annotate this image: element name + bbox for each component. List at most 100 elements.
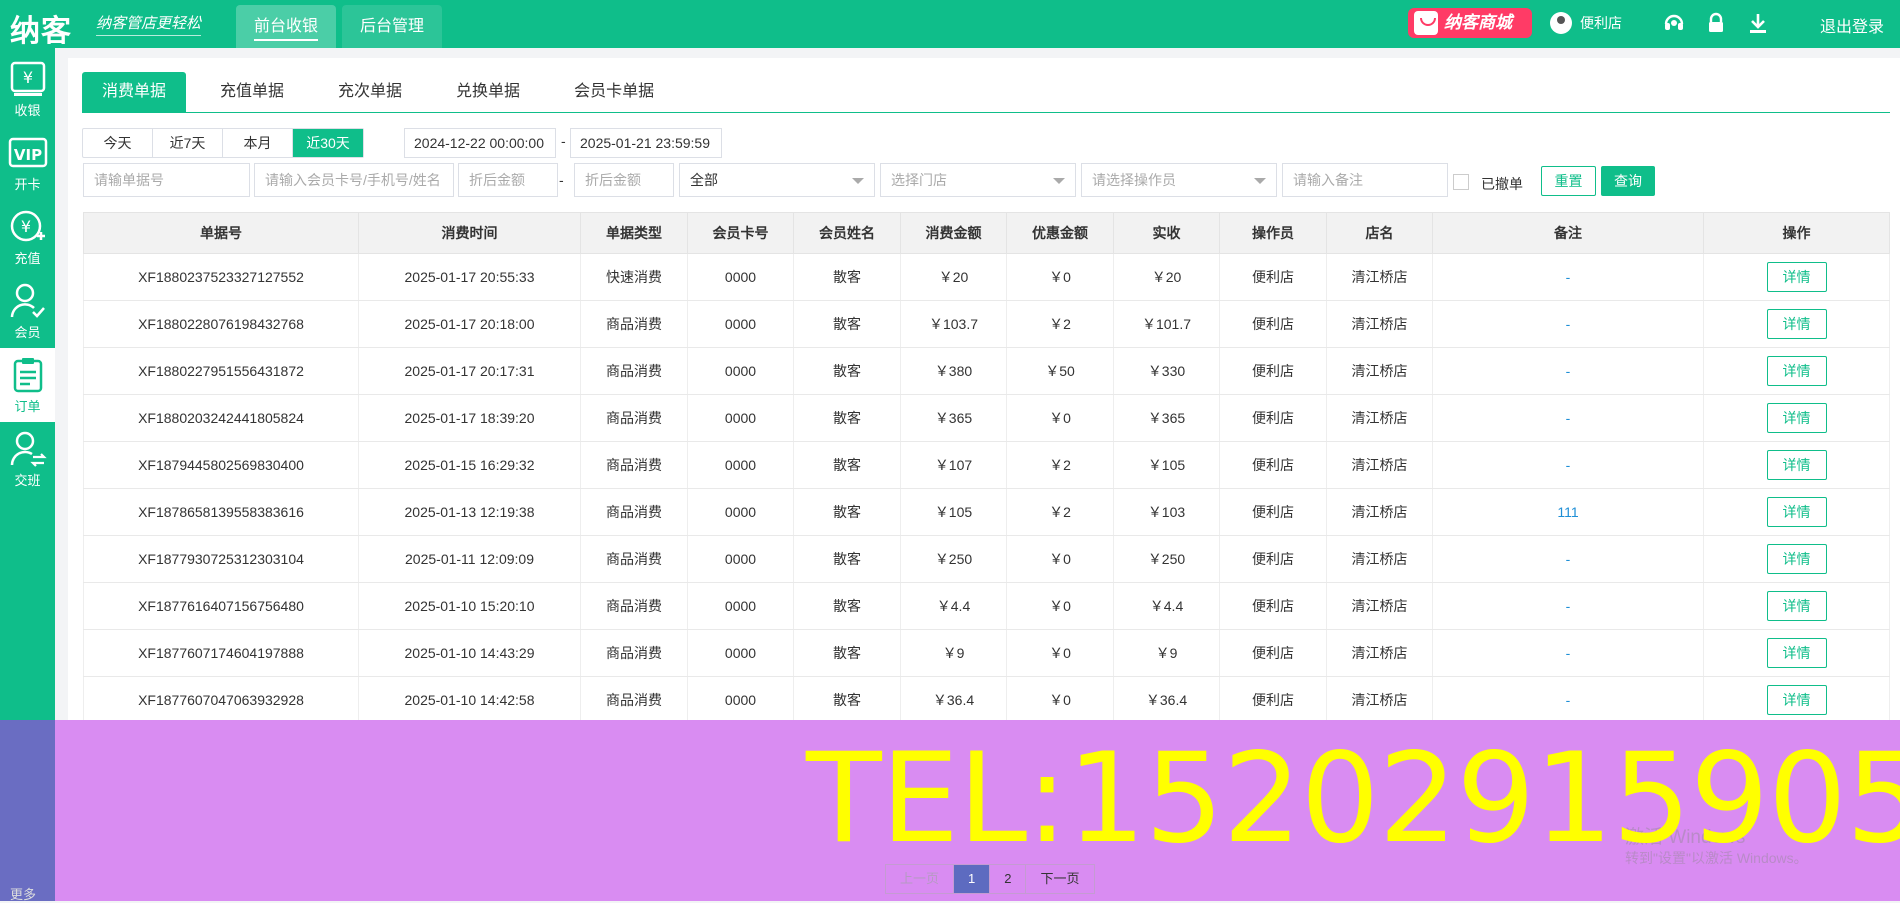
end-date-input[interactable]: 2025-01-21 23:59:59 bbox=[570, 128, 722, 158]
amount-cell: ￥20 bbox=[900, 253, 1007, 301]
date-separator: - bbox=[561, 133, 566, 149]
card-cell: 0000 bbox=[687, 300, 794, 348]
order-no-input[interactable]: 请输单据号 bbox=[83, 163, 250, 197]
table-row: XF1880203242441805824 2025-01-17 18:39:20… bbox=[83, 394, 1890, 442]
sidebar-more-label[interactable]: 更多 bbox=[10, 884, 36, 903]
sidebar-item-cashier[interactable]: ¥ 收银 bbox=[0, 52, 55, 126]
amount-cell: ￥4.4 bbox=[900, 582, 1007, 630]
reset-button[interactable]: 重置 bbox=[1541, 166, 1596, 196]
tab-count-recharge[interactable]: 充次单据 bbox=[318, 72, 422, 112]
column-header: 操作 bbox=[1703, 212, 1890, 254]
column-header: 操作员 bbox=[1219, 212, 1327, 254]
detail-button[interactable]: 详情 bbox=[1766, 309, 1827, 339]
detail-button[interactable]: 详情 bbox=[1766, 356, 1827, 386]
query-button[interactable]: 查询 bbox=[1601, 166, 1655, 196]
tab-member-card[interactable]: 会员卡单据 bbox=[554, 72, 674, 112]
type-cell: 商品消费 bbox=[580, 394, 688, 442]
nav-tab-cashier[interactable]: 前台收银 bbox=[236, 5, 337, 48]
user-menu[interactable]: 便利店 bbox=[1550, 12, 1622, 34]
card-cell: 0000 bbox=[687, 441, 794, 489]
name-cell: 散客 bbox=[793, 394, 901, 442]
headset-icon[interactable] bbox=[1662, 11, 1686, 35]
sidebar-item-shift[interactable]: 交班 bbox=[0, 422, 55, 496]
paid-cell: ￥330 bbox=[1113, 347, 1220, 395]
detail-button[interactable]: 详情 bbox=[1766, 591, 1827, 621]
cashier-icon: ¥ bbox=[10, 61, 45, 96]
detail-button[interactable]: 详情 bbox=[1766, 685, 1827, 715]
time-cell: 2025-01-10 14:43:29 bbox=[358, 629, 581, 677]
remark-cell: - bbox=[1432, 394, 1704, 442]
sidebar-item-order[interactable]: 订单 bbox=[0, 348, 55, 422]
remark-cell: - bbox=[1432, 535, 1704, 583]
range-7days-button[interactable]: 近7天 bbox=[153, 129, 223, 157]
range-30days-button[interactable]: 近30天 bbox=[293, 129, 363, 157]
action-cell: 详情 bbox=[1703, 441, 1890, 489]
recharge-icon: ¥ bbox=[10, 210, 45, 242]
sidebar-item-vip[interactable]: VIP 开卡 bbox=[0, 126, 55, 200]
order-type-select[interactable]: 全部 bbox=[679, 163, 875, 197]
name-cell: 散客 bbox=[793, 535, 901, 583]
amount-min-input[interactable]: 折后金额 bbox=[458, 163, 558, 197]
logout-link[interactable]: 退出登录 bbox=[1820, 13, 1884, 37]
revoked-label: 已撤单 bbox=[1481, 176, 1523, 192]
detail-button[interactable]: 详情 bbox=[1766, 544, 1827, 574]
order-icon bbox=[13, 358, 42, 393]
mall-button[interactable]: 纳客商城 bbox=[1408, 8, 1532, 38]
vip-card-icon: VIP bbox=[8, 137, 47, 168]
sidebar-item-label: 订单 bbox=[14, 399, 41, 414]
discount-cell: ￥0 bbox=[1006, 676, 1114, 724]
lock-icon[interactable] bbox=[1704, 11, 1728, 35]
action-cell: 详情 bbox=[1703, 629, 1890, 677]
operator-select[interactable]: 请选择操作员 bbox=[1081, 163, 1277, 197]
discount-cell: ￥50 bbox=[1006, 347, 1114, 395]
paid-cell: ￥36.4 bbox=[1113, 676, 1220, 724]
paid-cell: ￥105 bbox=[1113, 441, 1220, 489]
date-range-group: 今天 近7天 本月 近30天 bbox=[82, 128, 364, 158]
start-date-input[interactable]: 2024-12-22 00:00:00 bbox=[404, 128, 556, 158]
revoked-checkbox[interactable] bbox=[1453, 174, 1469, 190]
nav-tab-admin[interactable]: 后台管理 bbox=[342, 5, 443, 48]
card-cell: 0000 bbox=[687, 676, 794, 724]
detail-button[interactable]: 详情 bbox=[1766, 262, 1827, 292]
download-icon[interactable] bbox=[1746, 11, 1770, 35]
top-bar: 纳客 纳客管店更轻松 前台收银 后台管理 纳客商城 便利店 退出登录 bbox=[0, 0, 1900, 49]
name-cell: 散客 bbox=[793, 488, 901, 536]
tab-consume[interactable]: 消费单据 bbox=[82, 72, 187, 112]
store-cell: 清江桥店 bbox=[1326, 676, 1433, 724]
paid-cell: ￥4.4 bbox=[1113, 582, 1220, 630]
detail-button[interactable]: 详情 bbox=[1766, 497, 1827, 527]
column-header: 会员姓名 bbox=[793, 212, 901, 254]
detail-button[interactable]: 详情 bbox=[1766, 638, 1827, 668]
discount-cell: ￥0 bbox=[1006, 629, 1114, 677]
remark-cell: - bbox=[1432, 676, 1704, 724]
order-no-cell: XF1879445802569830400 bbox=[83, 441, 359, 489]
range-today-button[interactable]: 今天 bbox=[83, 129, 153, 157]
time-cell: 2025-01-17 20:55:33 bbox=[358, 253, 581, 301]
detail-button[interactable]: 详情 bbox=[1766, 403, 1827, 433]
sidebar-item-label: 充值 bbox=[14, 251, 41, 266]
chevron-down-icon bbox=[852, 178, 864, 184]
tab-recharge[interactable]: 充值单据 bbox=[200, 72, 304, 112]
sidebar-item-recharge[interactable]: ¥ 充值 bbox=[0, 200, 55, 274]
sidebar-item-member[interactable]: 会员 bbox=[0, 274, 55, 348]
member-search-input[interactable]: 请输入会员卡号/手机号/姓名 bbox=[254, 163, 454, 197]
amount-cell: ￥105 bbox=[900, 488, 1007, 536]
amount-max-input[interactable]: 折后金额 bbox=[574, 163, 674, 197]
time-cell: 2025-01-13 12:19:38 bbox=[358, 488, 581, 536]
store-select[interactable]: 选择门店 bbox=[880, 163, 1076, 197]
action-cell: 详情 bbox=[1703, 676, 1890, 724]
table-row: XF1877607174604197888 2025-01-10 14:43:29… bbox=[83, 629, 1890, 677]
remark-input[interactable]: 请输入备注 bbox=[1282, 163, 1448, 197]
name-cell: 散客 bbox=[793, 441, 901, 489]
detail-button[interactable]: 详情 bbox=[1766, 450, 1827, 480]
tab-exchange[interactable]: 兑换单据 bbox=[436, 72, 540, 112]
remark-cell: - bbox=[1432, 253, 1704, 301]
column-header: 优惠金额 bbox=[1006, 212, 1114, 254]
time-cell: 2025-01-10 15:20:10 bbox=[358, 582, 581, 630]
column-header: 单据号 bbox=[83, 212, 359, 254]
range-month-button[interactable]: 本月 bbox=[223, 129, 293, 157]
store-cell: 清江桥店 bbox=[1326, 535, 1433, 583]
column-header: 消费时间 bbox=[358, 212, 581, 254]
time-cell: 2025-01-11 12:09:09 bbox=[358, 535, 581, 583]
type-cell: 商品消费 bbox=[580, 582, 688, 630]
